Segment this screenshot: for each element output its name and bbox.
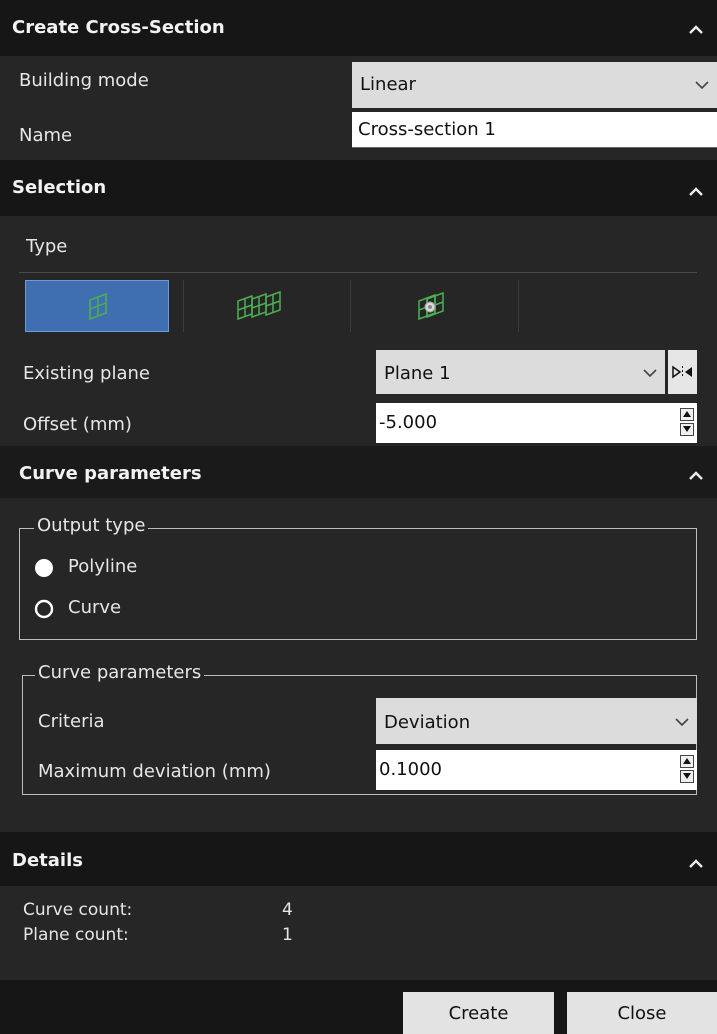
building-mode-label: Building mode — [19, 70, 149, 91]
create-cross-section-header[interactable]: Create Cross-Section — [0, 0, 717, 56]
chevron-up-icon[interactable] — [687, 22, 705, 36]
close-button[interactable]: Close — [567, 992, 717, 1034]
create-cross-section-title: Create Cross-Section — [12, 17, 225, 38]
curve-count-value: 4 — [282, 900, 293, 920]
chevron-down-icon — [643, 369, 657, 378]
max-deviation-stepper[interactable] — [680, 755, 694, 783]
type-separator-3 — [518, 280, 519, 332]
name-label: Name — [19, 125, 73, 146]
chevron-up-icon[interactable] — [687, 856, 705, 870]
offset-stepper[interactable] — [680, 408, 694, 436]
radial-plane-icon — [418, 291, 444, 321]
type-single-plane-button[interactable] — [25, 280, 169, 332]
chevron-down-icon — [695, 81, 709, 90]
details-title: Details — [12, 850, 83, 871]
curve-radio[interactable]: Curve — [34, 596, 174, 622]
polyline-radio[interactable]: Polyline — [34, 555, 174, 581]
criteria-label: Criteria — [38, 711, 105, 732]
selection-title: Selection — [12, 177, 107, 198]
curve-parameters-legend: Curve parameters — [35, 662, 205, 683]
output-type-group — [19, 528, 697, 640]
create-button[interactable]: Create — [403, 992, 554, 1034]
max-deviation-label: Maximum deviation (mm) — [38, 761, 271, 782]
name-input[interactable]: Cross-section 1 — [352, 112, 717, 148]
building-mode-select[interactable]: Linear — [352, 62, 717, 108]
plane-count-value: 1 — [282, 925, 293, 945]
stepper-up-icon[interactable] — [680, 408, 694, 421]
criteria-select[interactable]: Deviation — [376, 698, 697, 744]
curve-count-label: Curve count: — [23, 900, 133, 920]
selection-header[interactable]: Selection — [0, 160, 717, 216]
chevron-up-icon[interactable] — [687, 468, 705, 482]
chevron-down-icon — [675, 718, 689, 727]
offset-input[interactable]: -5.000 — [376, 403, 697, 443]
existing-plane-label: Existing plane — [23, 363, 150, 384]
offset-label: Offset (mm) — [23, 414, 132, 435]
type-multi-plane-button[interactable] — [184, 280, 350, 332]
type-label: Type — [26, 236, 68, 257]
multi-plane-icon — [237, 290, 281, 321]
radio-checked-icon — [35, 559, 53, 577]
chevron-up-icon[interactable] — [687, 184, 705, 198]
stepper-down-icon[interactable] — [680, 423, 694, 436]
curve-parameters-header[interactable]: Curve parameters — [0, 446, 717, 498]
max-deviation-input[interactable]: 0.1000 — [376, 750, 697, 790]
output-type-legend: Output type — [34, 515, 149, 536]
flip-icon — [672, 365, 692, 379]
single-plane-icon — [89, 292, 107, 321]
plane-count-label: Plane count: — [23, 925, 129, 945]
existing-plane-select[interactable]: Plane 1 — [376, 350, 665, 394]
stepper-up-icon[interactable] — [680, 755, 694, 768]
flip-plane-button[interactable] — [668, 350, 697, 394]
type-divider — [19, 272, 697, 273]
stepper-down-icon[interactable] — [680, 770, 694, 783]
type-radial-plane-button[interactable] — [351, 280, 518, 332]
details-header[interactable]: Details — [0, 832, 717, 886]
curve-parameters-title: Curve parameters — [19, 463, 202, 484]
radio-unchecked-icon — [34, 599, 54, 619]
